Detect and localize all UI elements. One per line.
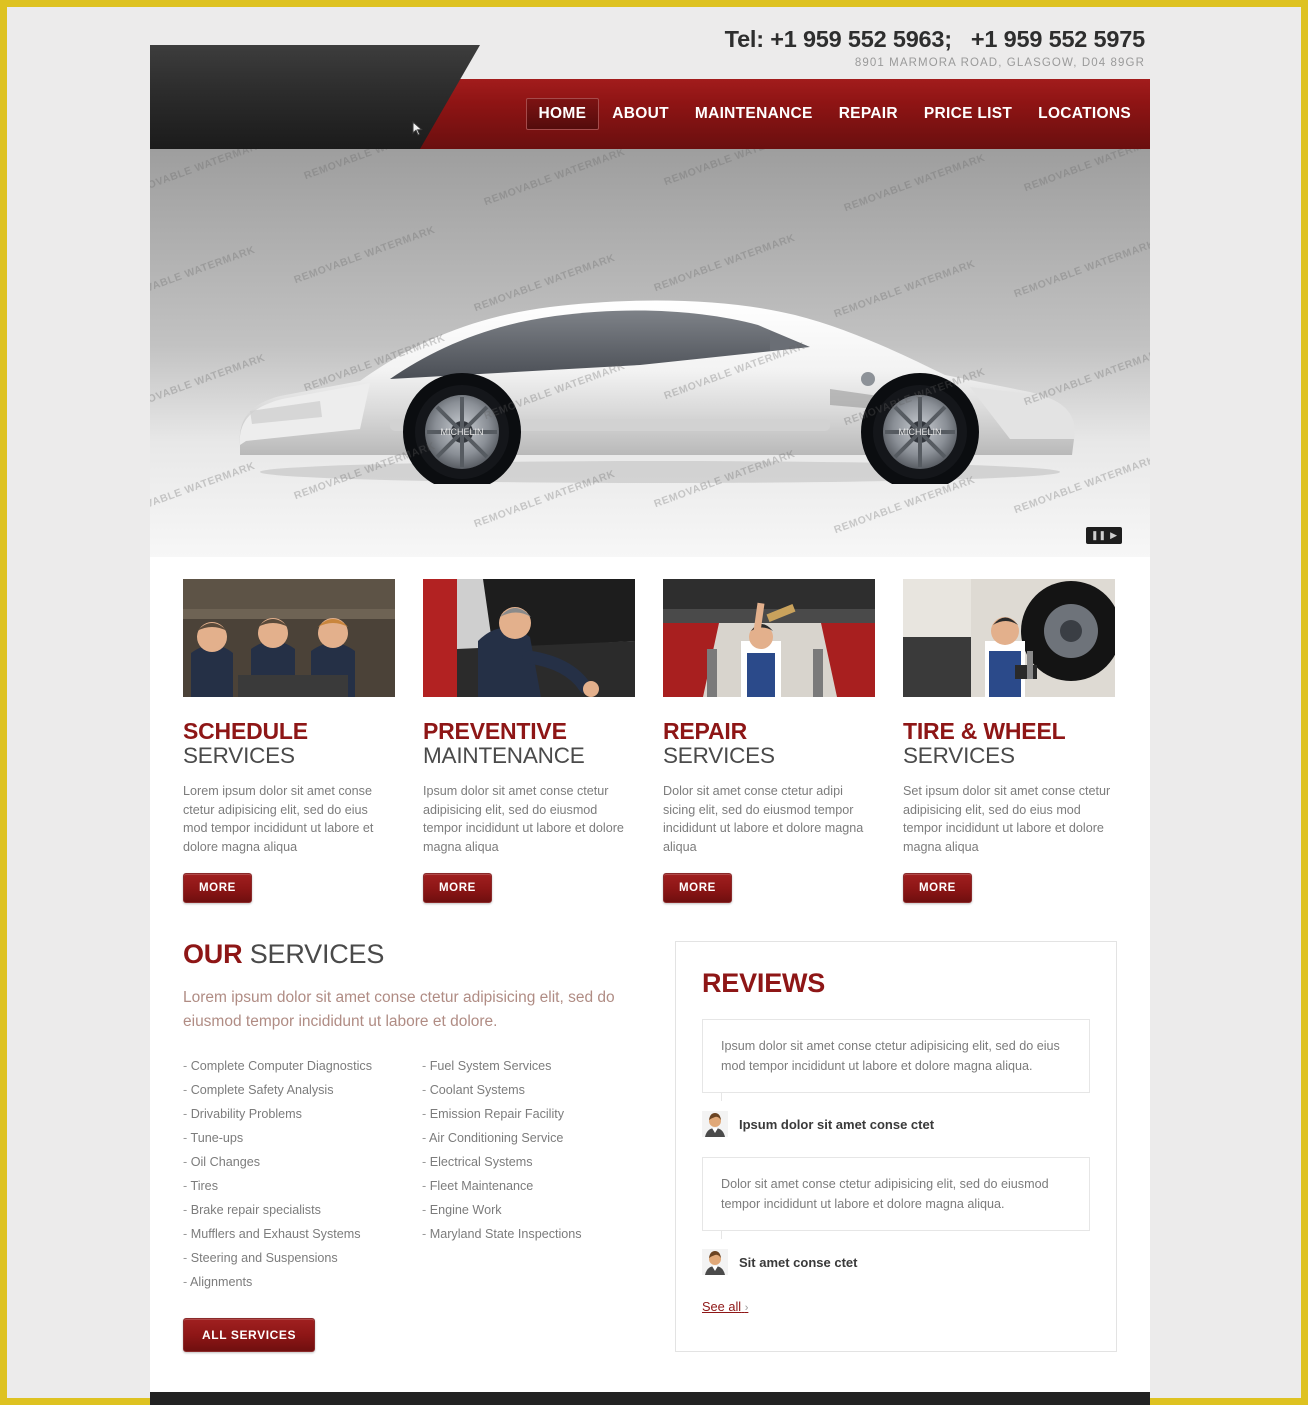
service-card-title-top: REPAIR <box>663 718 747 744</box>
list-item[interactable]: Complete Safety Analysis <box>183 1078 414 1102</box>
main-navigation: HOME ABOUT MAINTENANCE REPAIR PRICE LIST… <box>525 98 1144 130</box>
list-item[interactable]: Steering and Suspensions <box>183 1246 414 1270</box>
avatar <box>702 1249 728 1276</box>
list-item[interactable]: Emission Repair Facility <box>422 1102 653 1126</box>
our-services-section: OUR SERVICES Lorem ipsum dolor sit amet … <box>183 941 653 1353</box>
service-card-title: TIRE & WHEEL SERVICES <box>903 719 1115 768</box>
service-card-more-button[interactable]: MORE <box>663 873 732 904</box>
service-card-more-button[interactable]: MORE <box>183 873 252 904</box>
service-card-image <box>663 579 875 697</box>
list-item[interactable]: Maryland State Inspections <box>422 1222 653 1246</box>
list-item[interactable]: Coolant Systems <box>422 1078 653 1102</box>
service-card-title-top: TIRE & WHEEL <box>903 718 1066 744</box>
contact-block: Tel: +1 959 552 5963; +1 959 552 5975 89… <box>724 26 1146 69</box>
review-text: Ipsum dolor sit amet conse ctetur adipis… <box>702 1019 1090 1102</box>
service-card-title: SCHEDULE SERVICES <box>183 719 395 768</box>
svg-text:MICHELIN: MICHELIN <box>898 427 941 437</box>
service-cards: SCHEDULE SERVICES Lorem ipsum dolor sit … <box>150 557 1150 904</box>
lower-content: OUR SERVICES Lorem ipsum dolor sit amet … <box>150 903 1150 1392</box>
list-item[interactable]: Tires <box>183 1174 414 1198</box>
service-card-title-top: PREVENTIVE <box>423 718 567 744</box>
site-page: Tel: +1 959 552 5963; +1 959 552 5975 89… <box>150 26 1150 1405</box>
services-list-column-one: Complete Computer Diagnostics Complete S… <box>183 1054 414 1294</box>
review-text: Dolor sit amet conse ctetur adipisicing … <box>702 1157 1090 1240</box>
service-card: SCHEDULE SERVICES Lorem ipsum dolor sit … <box>183 579 395 904</box>
service-card-title: PREVENTIVE MAINTENANCE <box>423 719 635 768</box>
service-card-text: Dolor sit amet conse ctetur adipi sicing… <box>663 784 864 854</box>
list-item[interactable]: Alignments <box>183 1270 414 1294</box>
mouse-cursor-icon <box>412 121 423 136</box>
reviews-panel: REVIEWS Ipsum dolor sit amet conse ctetu… <box>675 941 1117 1353</box>
all-services-button[interactable]: ALL SERVICES <box>183 1318 316 1353</box>
service-card-text: Ipsum dolor sit amet conse ctetur adipis… <box>423 784 624 854</box>
our-services-title-light: SERVICES <box>242 939 385 970</box>
avatar <box>702 1111 728 1138</box>
logo-plate <box>150 45 480 149</box>
list-item[interactable]: Complete Computer Diagnostics <box>183 1054 414 1078</box>
service-card-image <box>183 579 395 697</box>
list-item[interactable]: Engine Work <box>422 1198 653 1222</box>
list-item[interactable]: Fuel System Services <box>422 1054 653 1078</box>
see-all-reviews-link[interactable]: See all › <box>702 1299 748 1314</box>
service-card-title-bottom: MAINTENANCE <box>423 742 585 768</box>
nav-item-about[interactable]: ABOUT <box>599 98 682 130</box>
street-address: 8901 MARMORA ROAD, GLASGOW, D04 89GR <box>854 57 1145 69</box>
svg-text:MICHELIN: MICHELIN <box>440 427 483 437</box>
slider-controls: ❚❚ ▶ <box>1086 527 1122 544</box>
service-card: REPAIR SERVICES Dolor sit amet conse cte… <box>663 579 875 904</box>
service-card: TIRE & WHEEL SERVICES Set ipsum dolor si… <box>903 579 1115 904</box>
service-card-text: Set ipsum dolor sit amet conse ctetur ad… <box>903 784 1111 854</box>
list-item[interactable]: Drivability Problems <box>183 1102 414 1126</box>
chevron-right-icon: › <box>744 1302 749 1315</box>
list-item[interactable]: Fleet Maintenance <box>422 1174 653 1198</box>
our-services-title-bold: OUR <box>183 939 243 970</box>
nav-item-maintenance[interactable]: MAINTENANCE <box>682 98 826 130</box>
service-card-more-button[interactable]: MORE <box>423 873 492 904</box>
service-card-title-bottom: SERVICES <box>663 742 775 768</box>
review-author: Ipsum dolor sit amet conse ctet <box>702 1111 1090 1138</box>
list-item[interactable]: Oil Changes <box>183 1150 414 1174</box>
pause-icon[interactable]: ❚❚ <box>1091 531 1106 540</box>
site-header: CARREPAIR HOME ABOUT MAINTENANCE REPAIR … <box>150 45 1150 157</box>
nav-item-repair[interactable]: REPAIR <box>826 98 911 130</box>
site-footer: HOME ABOUT MAINTENANCE REPAIR PRICE LIST… <box>150 1392 1150 1405</box>
services-lists: Complete Computer Diagnostics Complete S… <box>183 1054 653 1294</box>
our-services-lead: Lorem ipsum dolor sit amet conse ctetur … <box>183 989 615 1031</box>
reviews-title: REVIEWS <box>702 968 826 999</box>
list-item[interactable]: Mufflers and Exhaust Systems <box>183 1222 414 1246</box>
service-card-image <box>423 579 635 697</box>
services-list-column-two: Fuel System Services Coolant Systems Emi… <box>422 1054 653 1294</box>
review-author: Sit amet conse ctet <box>702 1249 1090 1276</box>
nav-item-locations[interactable]: LOCATIONS <box>1025 98 1144 130</box>
our-services-title: OUR SERVICES <box>183 941 653 968</box>
phone-numbers: Tel: +1 959 552 5963; +1 959 552 5975 <box>724 26 1146 52</box>
list-item[interactable]: Electrical Systems <box>422 1150 653 1174</box>
service-card-image <box>903 579 1115 697</box>
service-card-title-bottom: SERVICES <box>903 742 1015 768</box>
sports-car-image: MICHELIN MICHELIN <box>239 300 1075 484</box>
play-icon[interactable]: ▶ <box>1110 531 1117 540</box>
service-card-more-button[interactable]: MORE <box>903 873 972 904</box>
service-card-text: Lorem ipsum dolor sit amet conse ctetur … <box>183 784 374 854</box>
service-card: PREVENTIVE MAINTENANCE Ipsum dolor sit a… <box>423 579 635 904</box>
nav-item-price-list[interactable]: PRICE LIST <box>911 98 1025 130</box>
list-item[interactable]: Brake repair specialists <box>183 1198 414 1222</box>
service-card-title-bottom: SERVICES <box>183 742 295 768</box>
list-item[interactable]: Tune-ups <box>183 1126 414 1150</box>
service-card-title: REPAIR SERVICES <box>663 719 875 768</box>
list-item[interactable]: Air Conditioning Service <box>422 1126 653 1150</box>
see-all-label: See all <box>702 1299 742 1315</box>
review-author-name: Sit amet conse ctet <box>739 1254 858 1270</box>
service-card-title-top: SCHEDULE <box>183 718 308 744</box>
nav-item-home[interactable]: HOME <box>525 98 600 130</box>
hero-slider[interactable]: MICHELIN MICHELIN REMOVABLE WATERMARK RE… <box>150 149 1150 557</box>
review-author-name: Ipsum dolor sit amet conse ctet <box>739 1116 935 1132</box>
